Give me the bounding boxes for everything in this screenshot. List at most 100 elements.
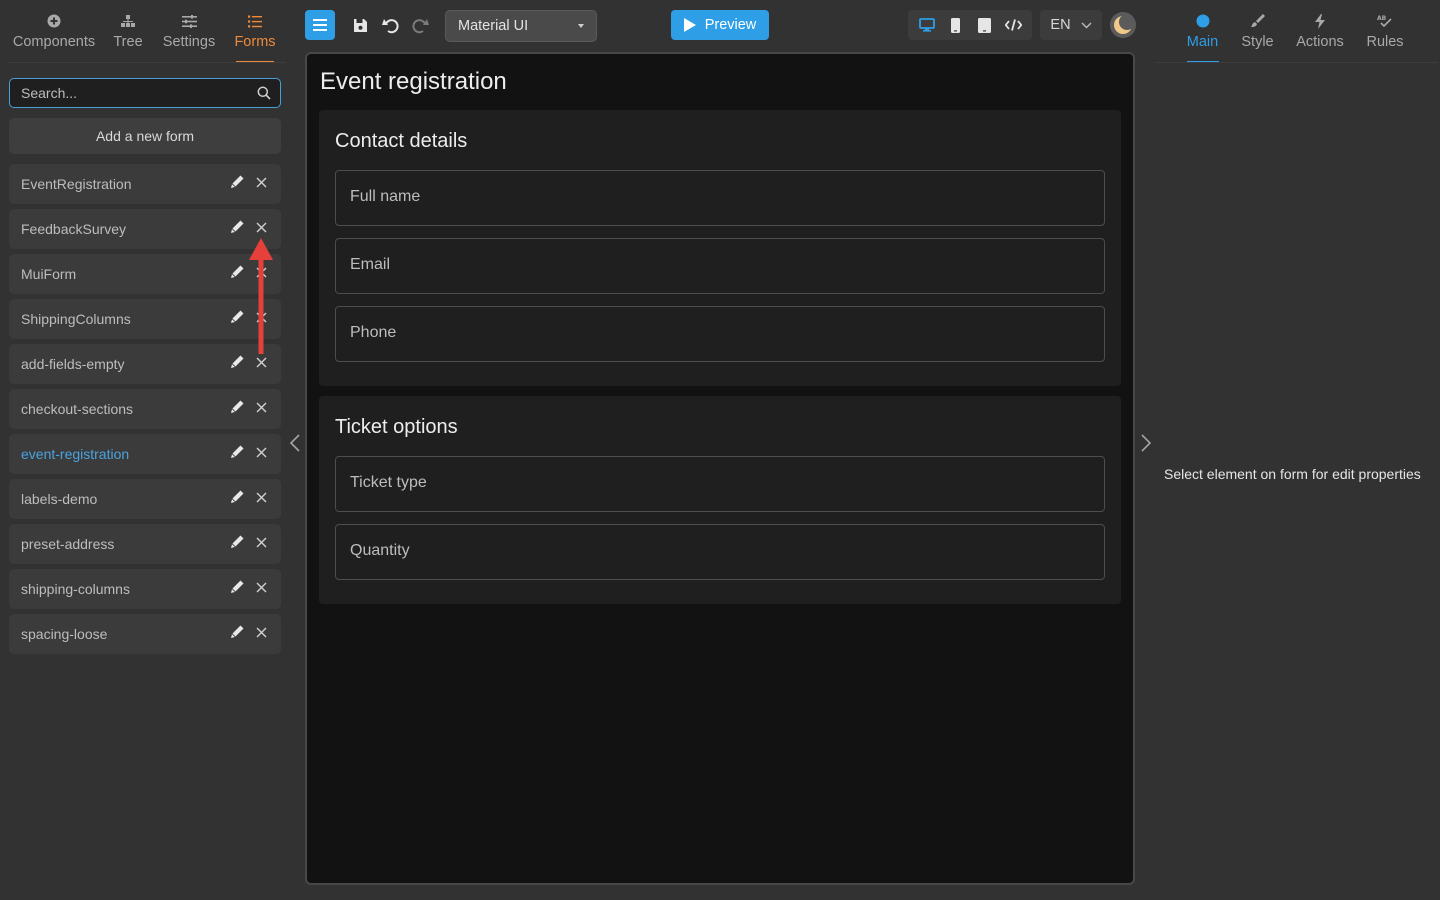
add-form-button[interactable]: Add a new form xyxy=(9,118,281,154)
plus-circle-icon xyxy=(47,11,61,31)
ui-library-select[interactable]: Material UI xyxy=(445,10,597,42)
list-icon xyxy=(248,11,262,31)
tab-main-label: Main xyxy=(1186,34,1219,50)
device-switcher xyxy=(908,10,1032,40)
close-icon xyxy=(256,265,267,283)
dot-icon xyxy=(1196,11,1210,31)
edit-form-button[interactable] xyxy=(229,535,245,552)
mobile-view-button[interactable] xyxy=(942,11,970,39)
collapse-right-panel-button[interactable] xyxy=(1138,432,1154,454)
language-select[interactable]: EN xyxy=(1040,10,1102,40)
mobile-icon xyxy=(951,17,960,33)
form-list-item[interactable]: checkout-sections xyxy=(9,389,281,429)
pencil-icon xyxy=(230,175,244,193)
edit-form-button[interactable] xyxy=(229,490,245,507)
desktop-view-button[interactable] xyxy=(913,11,941,39)
pencil-icon xyxy=(230,445,244,463)
tab-settings-label: Settings xyxy=(162,34,216,50)
form-list-item[interactable]: shipping-columns xyxy=(9,569,281,609)
delete-form-button[interactable] xyxy=(254,492,268,506)
tab-main[interactable]: Main xyxy=(1155,0,1250,62)
close-icon xyxy=(256,220,267,238)
tab-rules[interactable]: AB Rules xyxy=(1366,0,1403,62)
tab-tree[interactable]: Tree xyxy=(108,0,148,62)
tab-settings[interactable]: Settings xyxy=(148,0,230,62)
sliders-icon xyxy=(181,11,197,31)
close-icon xyxy=(256,400,267,418)
delete-form-button[interactable] xyxy=(254,627,268,641)
rules-icon: AB xyxy=(1377,11,1393,31)
tab-forms[interactable]: Forms xyxy=(230,0,280,62)
left-panel: Components Tree Settings Forms Add a new xyxy=(0,0,300,900)
tab-actions-label: Actions xyxy=(1296,34,1344,50)
close-icon xyxy=(256,580,267,598)
form-list-item[interactable]: labels-demo xyxy=(9,479,281,519)
edit-form-button[interactable] xyxy=(229,265,245,282)
pencil-icon xyxy=(230,625,244,643)
svg-text:AB: AB xyxy=(1377,15,1387,22)
section-contact-details[interactable]: Contact details Full name Email Phone xyxy=(319,110,1121,386)
form-list: EventRegistration FeedbackSurvey MuiForm Sh… xyxy=(9,164,281,659)
tab-components[interactable]: Components xyxy=(0,0,108,62)
form-list-item[interactable]: EventRegistration xyxy=(9,164,281,204)
phone-field[interactable]: Phone xyxy=(335,306,1105,362)
form-list-item[interactable]: event-registration xyxy=(9,434,281,474)
section-ticket-options[interactable]: Ticket options Ticket type Quantity xyxy=(319,396,1121,604)
edit-form-button[interactable] xyxy=(229,625,245,643)
form-list-item[interactable]: preset-address xyxy=(9,524,281,564)
delete-form-button[interactable] xyxy=(254,222,268,236)
quantity-field[interactable]: Quantity xyxy=(335,524,1105,580)
form-list-item[interactable]: spacing-loose xyxy=(9,614,281,654)
form-list-item[interactable]: FeedbackSurvey xyxy=(9,209,281,249)
undo-button[interactable] xyxy=(375,10,405,41)
search-input[interactable] xyxy=(10,79,280,107)
form-title[interactable]: Event registration xyxy=(320,68,507,96)
edit-form-button[interactable] xyxy=(229,220,245,237)
field-label: Email xyxy=(350,256,391,273)
delete-form-button[interactable] xyxy=(254,177,268,191)
collapse-left-panel-button[interactable] xyxy=(287,432,303,454)
delete-form-button[interactable] xyxy=(254,582,268,596)
delete-form-button[interactable] xyxy=(254,402,268,416)
email-field[interactable]: Email xyxy=(335,238,1105,294)
tab-actions[interactable]: Actions xyxy=(1265,0,1375,62)
save-icon xyxy=(353,19,367,32)
redo-button[interactable] xyxy=(405,10,435,41)
form-list-item[interactable]: MuiForm xyxy=(9,254,281,294)
preview-button[interactable]: Preview xyxy=(671,10,769,40)
delete-form-button[interactable] xyxy=(254,447,268,461)
search-field[interactable] xyxy=(9,78,281,108)
edit-form-button[interactable] xyxy=(229,445,245,463)
brush-icon xyxy=(1250,11,1265,31)
redo-icon xyxy=(411,18,429,33)
edit-form-button[interactable] xyxy=(229,580,245,597)
edit-form-button[interactable] xyxy=(229,355,245,373)
edit-form-button[interactable] xyxy=(229,175,245,193)
field-label: Quantity xyxy=(350,542,410,559)
form-list-item[interactable]: ShippingColumns xyxy=(9,299,281,339)
delete-form-button[interactable] xyxy=(254,537,268,551)
theme-toggle-button[interactable] xyxy=(1110,12,1136,38)
tab-style[interactable]: Style xyxy=(1241,0,1274,62)
field-label: Phone xyxy=(350,324,397,341)
form-canvas[interactable]: Event registration Contact details Full … xyxy=(305,52,1135,885)
ticket-type-field[interactable]: Ticket type xyxy=(335,456,1105,512)
pencil-icon xyxy=(230,355,244,373)
close-icon xyxy=(256,625,267,643)
full-name-field[interactable]: Full name xyxy=(335,170,1105,226)
tablet-view-button[interactable] xyxy=(971,11,999,39)
code-view-button[interactable] xyxy=(1000,11,1028,39)
delete-form-button[interactable] xyxy=(254,312,268,326)
pencil-icon xyxy=(230,400,244,418)
tab-rules-label: Rules xyxy=(1366,34,1404,50)
delete-form-button[interactable] xyxy=(254,357,268,371)
menu-button[interactable] xyxy=(305,10,335,40)
save-button[interactable] xyxy=(345,10,375,41)
tab-forms-label: Forms xyxy=(234,34,276,50)
preview-label: Preview xyxy=(704,17,757,33)
edit-form-button[interactable] xyxy=(229,400,245,418)
delete-form-button[interactable] xyxy=(254,267,268,281)
tree-icon xyxy=(121,11,135,31)
edit-form-button[interactable] xyxy=(229,310,245,327)
form-list-item[interactable]: add-fields-empty xyxy=(9,344,281,384)
